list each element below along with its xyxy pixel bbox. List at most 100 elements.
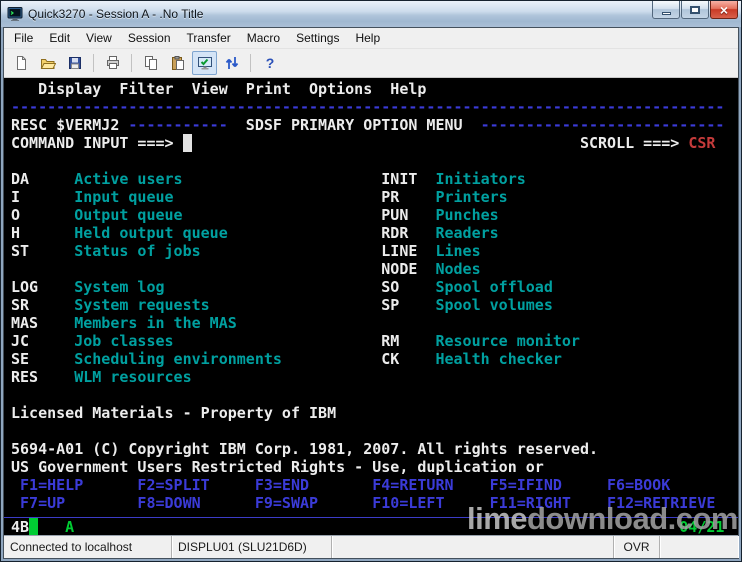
terminal-rows: Display Filter View Print Options Help --… [11, 80, 738, 512]
close-button[interactable]: × [710, 1, 738, 19]
option-desc: Resource monitor [435, 332, 580, 350]
option-code: JC [11, 332, 75, 350]
status-end-panel [660, 536, 738, 558]
option-code: RDR [381, 224, 436, 242]
oia-status-row: 4B A 04/21 [4, 517, 738, 535]
transfer-button[interactable] [219, 51, 244, 75]
option-desc: WLM resources [74, 368, 382, 386]
terminal-row: JC Job classes RM Resource monitor [11, 332, 738, 350]
menu-edit[interactable]: Edit [41, 28, 78, 48]
option-desc: Active users [74, 170, 382, 188]
option-code: RES [11, 368, 75, 386]
option-code: CK [381, 350, 436, 368]
menu-view[interactable]: View [78, 28, 120, 48]
option-desc: Initiators [435, 170, 526, 188]
terminal-row: NODE Nodes [11, 260, 738, 278]
help-button[interactable]: ? [257, 51, 282, 75]
help-icon: ? [262, 55, 278, 71]
menu-settings[interactable]: Settings [288, 28, 347, 48]
option-code: LOG [11, 278, 75, 296]
option-desc: Nodes [435, 260, 481, 278]
option-code: O [11, 206, 75, 224]
copy-icon [143, 55, 159, 71]
notice-text: Licensed Materials - Property of IBM [11, 404, 337, 422]
terminal-row: F7=UP F8=DOWN F9=SWAP F10=LEFT F11=RIGHT… [11, 494, 738, 512]
terminal-row: I Input queue PR Printers [11, 188, 738, 206]
option-desc: System requests [74, 296, 382, 314]
toolbar: ? [4, 49, 738, 78]
copy-button[interactable] [138, 51, 163, 75]
window-controls: × [652, 1, 738, 19]
terminal-row: Display Filter View Print Options Help [11, 80, 738, 98]
option-desc: Job classes [74, 332, 382, 350]
open-button[interactable] [35, 51, 60, 75]
option-desc: Readers [435, 224, 499, 242]
option-desc: Punches [435, 206, 499, 224]
option-desc: Members in the MAS [74, 314, 382, 332]
menu-transfer[interactable]: Transfer [179, 28, 239, 48]
terminal-row [11, 152, 738, 170]
close-icon: × [719, 1, 729, 18]
terminal-row: F1=HELP F2=SPLIT F3=END F4=RETURN F5=IFI… [11, 476, 738, 494]
transfer-icon [224, 55, 240, 71]
print-button[interactable] [100, 51, 125, 75]
new-button[interactable] [8, 51, 33, 75]
oia-cursor-position: 04/21 [74, 518, 725, 535]
option-code [381, 314, 435, 332]
paste-button[interactable] [165, 51, 190, 75]
option-code: I [11, 188, 75, 206]
save-icon [67, 55, 83, 71]
option-code: DA [11, 170, 75, 188]
option-desc [74, 260, 381, 278]
notice-text: 5694-A01 (C) Copyright IBM Corp. 1981, 2… [11, 440, 598, 458]
menu-session[interactable]: Session [120, 28, 179, 48]
action-bar: Display Filter View Print Options Help [11, 80, 427, 98]
option-code [381, 368, 435, 386]
terminal-row: 5694-A01 (C) Copyright IBM Corp. 1981, 2… [11, 440, 738, 458]
connection-status: Connected to localhost [4, 536, 172, 558]
terminal-row: DA Active users INIT Initiators [11, 170, 738, 188]
fkey-row: F7=UP F8=DOWN F9=SWAP F10=LEFT F11=RIGHT… [11, 494, 725, 512]
option-code: MAS [11, 314, 75, 332]
option-desc: Lines [435, 242, 481, 260]
terminal-row: ST Status of jobs LINE Lines [11, 242, 738, 260]
save-button[interactable] [62, 51, 87, 75]
option-code: SR [11, 296, 75, 314]
menu-help[interactable]: Help [347, 28, 388, 48]
oia-session: A [38, 518, 75, 535]
maximize-icon [690, 5, 700, 14]
option-desc: Health checker [435, 350, 562, 368]
terminal-row: RES WLM resources [11, 368, 738, 386]
maximize-button[interactable] [681, 1, 709, 19]
menu-macro[interactable]: Macro [239, 28, 288, 48]
terminal-text: ----------- [128, 116, 228, 134]
minimize-button[interactable] [652, 1, 680, 19]
terminal-row: ----------------------------------------… [11, 98, 738, 116]
option-code: SO [381, 278, 436, 296]
option-desc: Printers [435, 188, 508, 206]
menu-file[interactable]: File [6, 28, 41, 48]
option-code: LINE [381, 242, 436, 260]
app-window: Quick3270 - Session A - .No Title × File… [0, 0, 742, 562]
terminal-cursor[interactable] [182, 134, 192, 152]
option-desc: System log [74, 278, 382, 296]
option-desc: Spool offload [435, 278, 553, 296]
scroll-value: CSR [688, 134, 716, 152]
toolbar-separator [250, 54, 251, 72]
terminal-row: SR System requests SP Spool volumes [11, 296, 738, 314]
paste-icon [170, 55, 186, 71]
terminal-row: LOG System log SO Spool offload [11, 278, 738, 296]
option-desc: Spool volumes [435, 296, 553, 314]
option-code: ST [11, 242, 75, 260]
option-code [11, 260, 74, 278]
connect-button[interactable] [192, 51, 217, 75]
option-code: INIT [381, 170, 436, 188]
option-code: SE [11, 350, 75, 368]
fkey-row: F1=HELP F2=SPLIT F3=END F4=RETURN F5=IFI… [11, 476, 725, 494]
terminal-row: O Output queue PUN Punches [11, 206, 738, 224]
terminal-screen[interactable]: Display Filter View Print Options Help --… [4, 78, 738, 535]
terminal-row: COMMAND INPUT ===> SCROLL ===> CSR [11, 134, 738, 152]
option-desc: Status of jobs [74, 242, 382, 260]
title-bar[interactable]: Quick3270 - Session A - .No Title × [0, 0, 742, 27]
menu-bar: File Edit View Session Transfer Macro Settings… [4, 28, 738, 49]
